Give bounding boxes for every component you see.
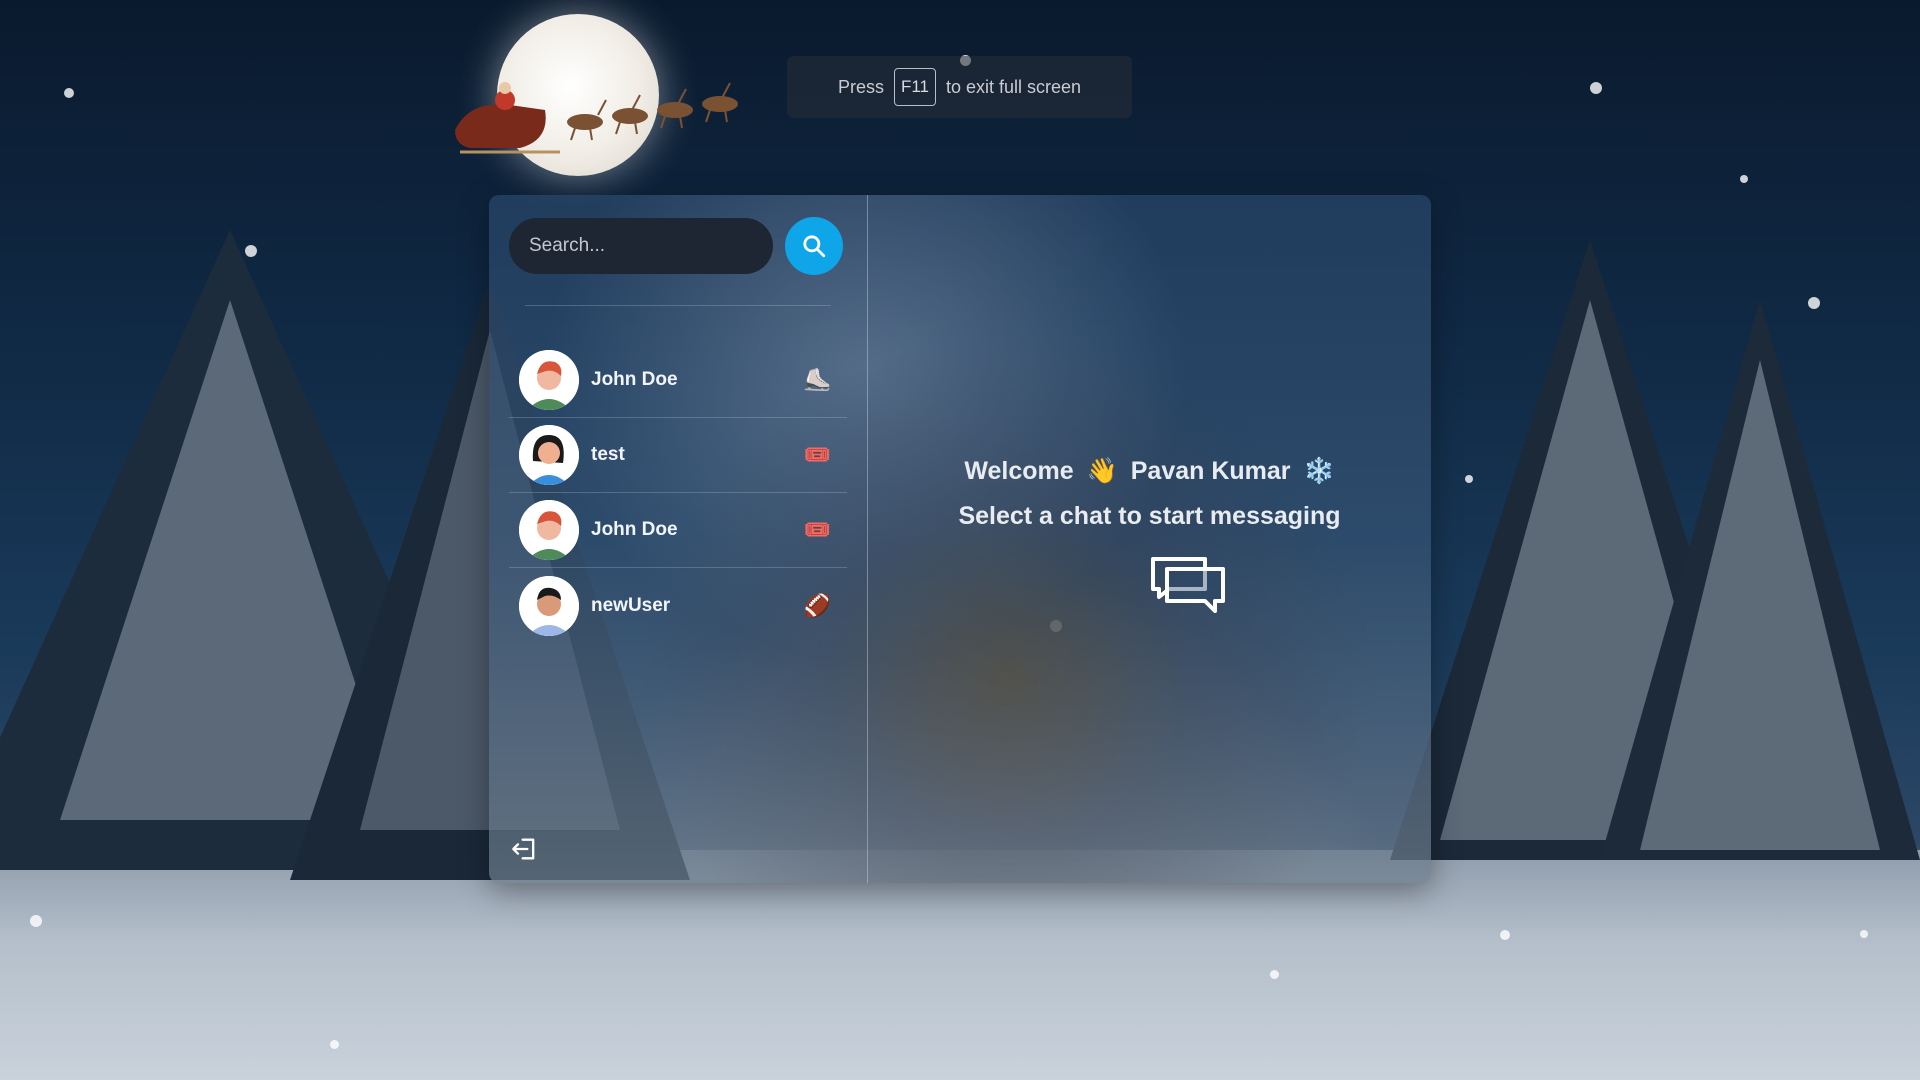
conversation-item[interactable]: newUser 🏈 bbox=[509, 568, 847, 643]
search-bar bbox=[509, 217, 843, 275]
ticket-icon: 🎟️ bbox=[803, 517, 831, 542]
search-button[interactable] bbox=[785, 217, 843, 275]
conversation-name: test bbox=[591, 444, 625, 465]
avatar bbox=[519, 425, 579, 485]
conversation-item[interactable]: test 🎟️ bbox=[509, 418, 847, 493]
chat-bubbles-icon bbox=[1151, 557, 1225, 613]
snowflake bbox=[1270, 970, 1279, 979]
logout-button[interactable] bbox=[511, 835, 539, 863]
avatar bbox=[519, 575, 579, 636]
snowflake bbox=[1590, 82, 1602, 94]
search-icon bbox=[803, 235, 826, 258]
sidebar: John Doe ⛸️ test 🎟️ bbox=[489, 195, 868, 883]
fullscreen-hint: Press F11 to exit full screen bbox=[787, 56, 1132, 118]
snow-ground bbox=[0, 850, 1920, 1080]
welcome-username: Pavan Kumar bbox=[1130, 457, 1291, 485]
search-input[interactable] bbox=[509, 218, 773, 274]
welcome-prompt: Select a chat to start messaging bbox=[958, 502, 1341, 530]
fullscreen-hint-text: to exit full screen bbox=[946, 76, 1082, 97]
ticket-icon: 🎟️ bbox=[803, 442, 831, 467]
conversation-name: newUser bbox=[591, 594, 671, 616]
welcome-heading: Welcome 👋 Pavan Kumar ❄️ bbox=[868, 457, 1431, 486]
snowflake bbox=[64, 88, 74, 98]
conversation-list: John Doe ⛸️ test 🎟️ John Doe 🎟️ newUser … bbox=[509, 343, 847, 643]
snowflake bbox=[30, 915, 42, 927]
snowflake bbox=[1465, 475, 1473, 483]
avatar bbox=[519, 350, 579, 410]
santa-sleigh-illustration bbox=[455, 82, 738, 154]
conversation-name: John Doe bbox=[591, 519, 678, 540]
snowflake-emoji-icon: ❄️ bbox=[1303, 457, 1335, 485]
conversation-item[interactable]: John Doe ⛸️ bbox=[509, 343, 847, 418]
avatar bbox=[519, 500, 579, 560]
football-icon: 🏈 bbox=[803, 592, 831, 618]
snowflake bbox=[1500, 930, 1510, 940]
snowflake bbox=[1808, 297, 1820, 309]
snowflake bbox=[330, 1040, 339, 1049]
snowflake bbox=[1740, 175, 1748, 183]
conversation-name: John Doe bbox=[591, 369, 678, 390]
wave-emoji-icon: 👋 bbox=[1086, 457, 1118, 485]
logout-icon bbox=[512, 838, 535, 860]
chat-panel: John Doe ⛸️ test 🎟️ bbox=[489, 195, 1431, 883]
fullscreen-hint-key: F11 bbox=[893, 68, 936, 106]
ice-skate-icon: ⛸️ bbox=[803, 367, 831, 392]
snowflake bbox=[1860, 930, 1868, 938]
chat-area: Welcome 👋 Pavan Kumar ❄️ Select a chat t… bbox=[868, 195, 1431, 883]
welcome-greeting: Welcome bbox=[964, 457, 1074, 485]
conversation-item[interactable]: John Doe 🎟️ bbox=[509, 493, 847, 568]
snowflake bbox=[245, 245, 257, 257]
sidebar-divider bbox=[525, 305, 831, 306]
pine-tree-right-2-snow bbox=[1640, 360, 1880, 850]
fullscreen-hint-press: Press bbox=[837, 76, 884, 97]
